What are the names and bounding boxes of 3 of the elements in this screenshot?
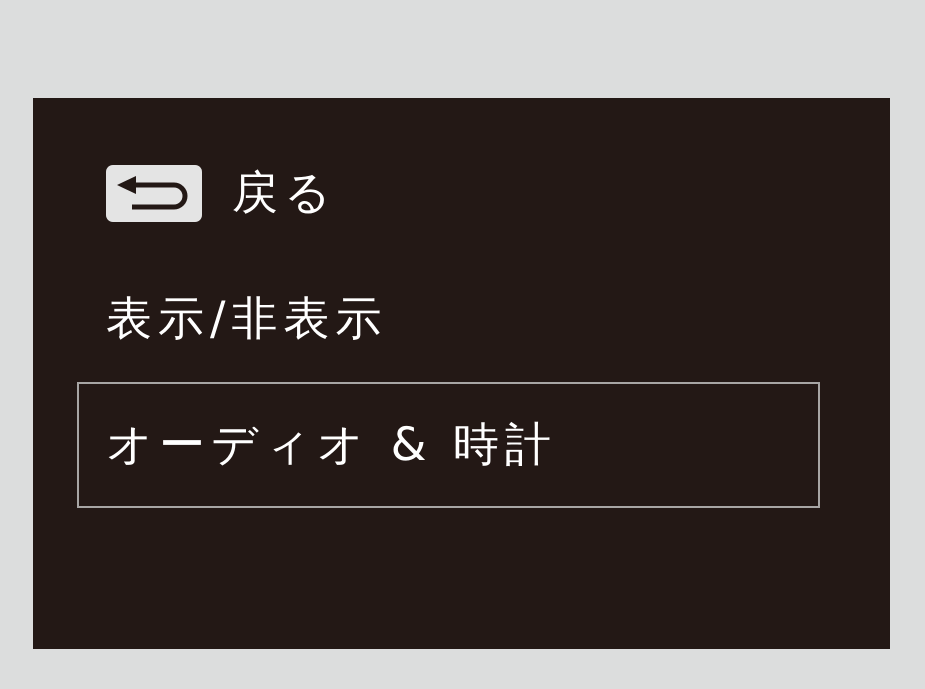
menu-item[interactable]: 表示/非表示	[106, 291, 388, 347]
back-button[interactable]: 戻る	[106, 164, 337, 222]
menu-item[interactable]: オーディオ & 時計	[77, 382, 820, 508]
